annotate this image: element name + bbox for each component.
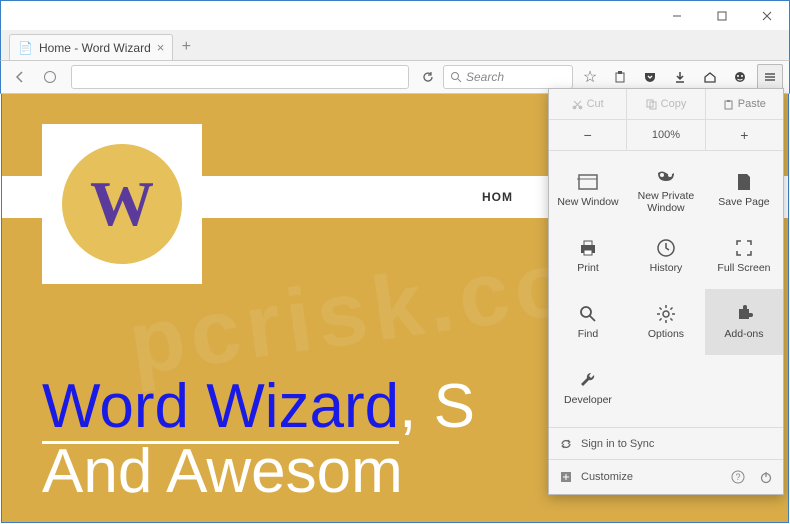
new-private-window-item[interactable]: New Private Window <box>627 157 705 223</box>
copy-icon <box>646 99 657 110</box>
cut-button[interactable]: Cut <box>549 89 627 119</box>
window-icon <box>577 171 599 193</box>
browser-tab[interactable]: 📄 Home - Word Wizard × <box>9 34 173 60</box>
menu-footer: Customize ? <box>549 460 783 494</box>
headline-rest1: , S <box>399 372 475 441</box>
menu-grid: New Window New Private Window Save Page … <box>549 151 783 428</box>
nav-home-link[interactable]: HOM <box>482 190 513 204</box>
url-bar[interactable] <box>71 65 409 89</box>
history-item[interactable]: History <box>627 223 705 289</box>
search-bar[interactable]: Search <box>443 65 573 89</box>
help-icon[interactable]: ? <box>731 470 745 484</box>
logo-letter: W <box>90 167 154 241</box>
power-icon[interactable] <box>759 470 773 484</box>
developer-item[interactable]: Developer <box>549 355 627 421</box>
svg-text:?: ? <box>735 472 740 482</box>
back-button[interactable] <box>7 64 33 90</box>
pocket-icon[interactable] <box>637 64 663 90</box>
zoom-out-button[interactable]: − <box>549 120 627 150</box>
paste-label: Paste <box>738 98 766 110</box>
cut-icon <box>572 99 583 110</box>
hamburger-menu-button[interactable] <box>757 64 783 90</box>
options-item[interactable]: Options <box>627 289 705 355</box>
zoom-in-button[interactable]: + <box>706 120 783 150</box>
headline-line2: And Awesom <box>42 437 403 506</box>
full-screen-item[interactable]: Full Screen <box>705 223 783 289</box>
wrench-icon <box>577 369 599 391</box>
find-item[interactable]: Find <box>549 289 627 355</box>
addon-icon <box>733 303 755 325</box>
smiley-icon[interactable] <box>727 64 753 90</box>
gear-icon <box>655 303 677 325</box>
close-tab-icon[interactable]: × <box>157 40 165 55</box>
window-titlebar <box>0 0 790 30</box>
mask-icon <box>655 165 677 187</box>
save-page-item[interactable]: Save Page <box>705 157 783 223</box>
home-icon[interactable] <box>697 64 723 90</box>
paste-icon <box>723 99 734 110</box>
page-icon <box>733 171 755 193</box>
bookmark-star-icon[interactable]: ☆ <box>577 64 603 90</box>
find-icon <box>577 303 599 325</box>
zoom-row: − 100% + <box>549 120 783 151</box>
search-icon <box>450 71 462 83</box>
history-icon <box>655 237 677 259</box>
downloads-icon[interactable] <box>667 64 693 90</box>
logo-circle: W <box>62 144 182 264</box>
new-window-item[interactable]: New Window <box>549 157 627 223</box>
tab-favicon: 📄 <box>18 41 33 55</box>
customize-label[interactable]: Customize <box>581 471 633 483</box>
tab-title: Home - Word Wizard <box>39 41 151 55</box>
tab-strip: 📄 Home - Word Wizard × + <box>0 30 790 60</box>
fullscreen-icon <box>733 237 755 259</box>
edit-row: Cut Copy Paste <box>549 89 783 120</box>
sync-label: Sign in to Sync <box>581 438 654 450</box>
copy-button[interactable]: Copy <box>627 89 705 119</box>
reload-button[interactable] <box>417 70 439 84</box>
page-headline: Word Wizard, S And Awesom <box>42 374 475 504</box>
print-icon <box>577 237 599 259</box>
paste-button[interactable]: Paste <box>706 89 783 119</box>
sign-in-sync-item[interactable]: Sign in to Sync <box>549 428 783 460</box>
zoom-level: 100% <box>627 120 705 150</box>
close-window-button[interactable] <box>744 2 789 30</box>
addons-item[interactable]: Add-ons <box>705 289 783 355</box>
new-tab-button[interactable]: + <box>173 34 199 60</box>
print-item[interactable]: Print <box>549 223 627 289</box>
copy-label: Copy <box>661 98 687 110</box>
cut-label: Cut <box>587 98 604 110</box>
minimize-button[interactable] <box>654 2 699 30</box>
search-placeholder: Search <box>466 70 504 84</box>
headline-brand: Word Wizard <box>42 372 399 444</box>
maximize-button[interactable] <box>699 2 744 30</box>
clipboard-icon[interactable] <box>607 64 633 90</box>
customize-icon <box>559 470 573 484</box>
logo-container: W <box>42 124 202 284</box>
sync-icon <box>559 437 573 451</box>
hamburger-menu-panel: Cut Copy Paste − 100% + New Window New P… <box>548 88 784 495</box>
identity-icon[interactable] <box>37 64 63 90</box>
